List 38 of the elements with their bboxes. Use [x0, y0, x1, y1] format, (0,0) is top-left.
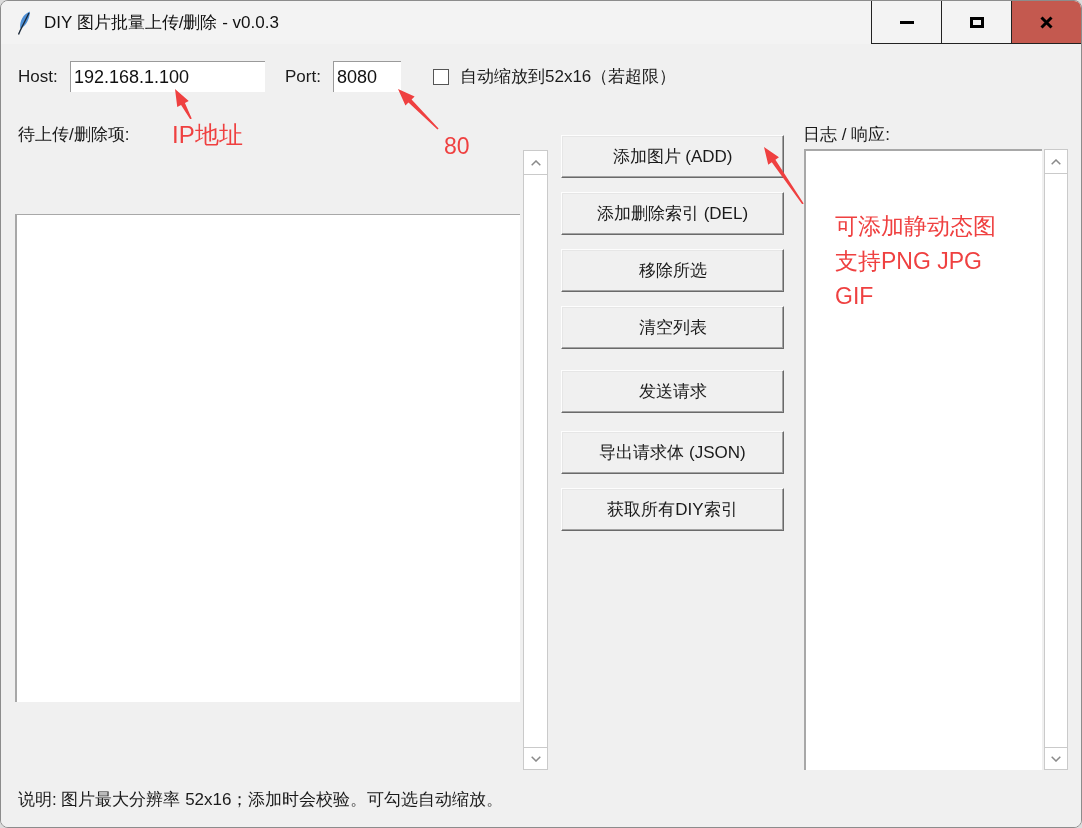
close-icon	[1040, 15, 1053, 29]
fetch-indexes-button[interactable]: 获取所有DIY索引	[561, 488, 784, 531]
clear-list-button[interactable]: 清空列表	[561, 306, 784, 349]
list-box[interactable]	[15, 214, 520, 702]
annotation-text: 80	[444, 132, 470, 161]
export-json-button[interactable]: 导出请求体 (JSON)	[561, 431, 784, 474]
checkbox-label: 自动缩放到52x16（若超限）	[460, 66, 677, 88]
window-title: DIY 图片批量上传/删除 - v0.0.3	[44, 12, 279, 34]
annotation-text: 可添加静动态图 支持PNG JPG GIF	[835, 212, 996, 311]
chevron-up-icon	[1051, 158, 1061, 165]
minimize-icon	[899, 20, 914, 24]
log-label: 日志 / 响应:	[803, 124, 890, 146]
host-input[interactable]: 192.168.1.100	[70, 61, 265, 92]
queue-label: 待上传/删除项:	[18, 124, 130, 146]
feather-icon	[17, 11, 31, 35]
arrow-icon	[398, 89, 439, 130]
minimize-button[interactable]	[871, 1, 941, 44]
hint-text: 说明: 图片最大分辨率 52x16；添加时会校验。可勾选自动缩放。	[18, 789, 504, 811]
add-delete-index-button[interactable]: 添加删除索引 (DEL)	[561, 192, 784, 235]
add-image-button[interactable]: 添加图片 (ADD)	[561, 135, 784, 178]
annotation-text: IP地址	[172, 120, 243, 150]
arrow-icon	[764, 147, 804, 205]
scrollbar[interactable]	[1044, 149, 1068, 770]
scrollbar[interactable]	[523, 150, 548, 770]
chevron-up-icon	[530, 159, 541, 166]
chevron-down-icon	[1051, 755, 1061, 762]
close-button[interactable]	[1011, 1, 1081, 44]
auto-scale-checkbox[interactable]	[433, 68, 449, 85]
port-input[interactable]: 8080	[333, 61, 401, 92]
chevron-down-icon	[530, 755, 541, 762]
port-label: Port:	[285, 66, 322, 87]
send-request-button[interactable]: 发送请求	[561, 370, 784, 413]
remove-selected-button[interactable]: 移除所选	[561, 249, 784, 292]
arrow-icon	[175, 89, 192, 120]
maximize-icon	[969, 16, 984, 28]
log-text-area[interactable]	[804, 149, 1042, 770]
host-label: Host:	[18, 66, 59, 87]
maximize-button[interactable]	[941, 1, 1011, 44]
